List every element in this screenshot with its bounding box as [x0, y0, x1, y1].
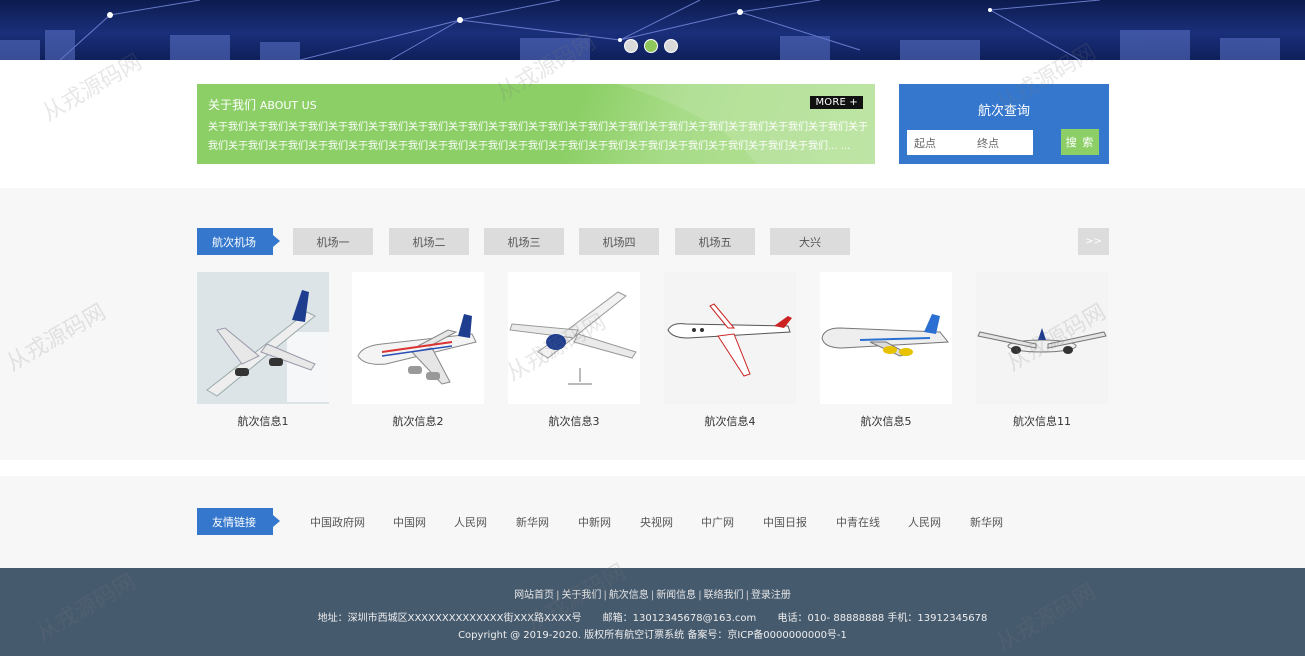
link-item[interactable]: 中国日报: [763, 514, 807, 530]
link-item[interactable]: 人民网: [908, 514, 941, 530]
destination-input[interactable]: 终点: [970, 135, 1033, 151]
about-panel: 关于我们 ABOUT US MORE + 关于我们关于我们关于我们关于我们关于我…: [197, 84, 875, 164]
tab-airport-5[interactable]: 机场五: [675, 228, 755, 255]
airplane-photo-6[interactable]: [976, 272, 1108, 404]
link-item[interactable]: 中国政府网: [310, 514, 365, 530]
link-item[interactable]: 中青在线: [836, 514, 880, 530]
tab-airport-3[interactable]: 机场三: [484, 228, 564, 255]
flight-card-2[interactable]: 航次信息2: [352, 272, 484, 429]
flight-query-panel: 航次查询 起点 终点 搜 索: [899, 84, 1109, 164]
link-item[interactable]: 新华网: [970, 514, 1003, 530]
flight-caption-5[interactable]: 航次信息5: [820, 413, 952, 429]
search-button[interactable]: 搜 索: [1061, 129, 1099, 155]
footer-copyright: Copyright @ 2019-2020. 版权所有航空订票系统 备案号：京I…: [458, 630, 847, 641]
footer-link-about[interactable]: 关于我们: [561, 590, 601, 601]
tab-airport-1[interactable]: 机场一: [293, 228, 373, 255]
flight-caption-1[interactable]: 航次信息1: [197, 413, 329, 429]
link-item[interactable]: 中新网: [578, 514, 611, 530]
link-item[interactable]: 中国网: [393, 514, 426, 530]
footer-link-flights[interactable]: 航次信息: [609, 590, 649, 601]
hero-banner: [0, 0, 1305, 60]
flight-card-3[interactable]: 航次信息3: [508, 272, 640, 429]
footer-email: 邮箱：13012345678@163.com: [602, 613, 757, 624]
about-title-en: ABOUT US: [259, 99, 317, 112]
flight-caption-3[interactable]: 航次信息3: [508, 413, 640, 429]
flight-card-5[interactable]: 航次信息5: [820, 272, 952, 429]
carousel-dot-1[interactable]: [624, 39, 638, 53]
carousel-dot-3[interactable]: [664, 39, 678, 53]
about-text: 关于我们关于我们关于我们关于我们关于我们关于我们关于我们关于我们关于我们关于我们…: [208, 122, 868, 152]
about-title: 关于我们 ABOUT US: [208, 96, 317, 113]
airports-label: 航次机场: [197, 228, 280, 255]
flight-card-6[interactable]: 航次信息11: [976, 272, 1108, 429]
flight-card-1[interactable]: 航次信息1: [197, 272, 329, 429]
next-arrow-button[interactable]: >>: [1078, 228, 1109, 255]
footer-address: 地址：深圳市西城区XXXXXXXXXXXXXX街XXX路XXXX号: [317, 613, 582, 624]
flight-caption-6[interactable]: 航次信息11: [976, 413, 1108, 429]
flight-caption-2[interactable]: 航次信息2: [352, 413, 484, 429]
footer-phone: 电话：010- 88888888 手机：13912345678: [777, 613, 988, 624]
airplane-photo-3[interactable]: [508, 272, 640, 404]
footer-contact: 地址：深圳市西城区XXXXXXXXXXXXXX街XXX路XXXX号 邮箱：130…: [0, 609, 1305, 624]
airplane-photo-5[interactable]: [820, 272, 952, 404]
link-item[interactable]: 中广网: [701, 514, 734, 530]
footer-link-home[interactable]: 网站首页: [514, 590, 554, 601]
link-item[interactable]: 央视网: [640, 514, 673, 530]
carousel-dot-2[interactable]: [644, 39, 658, 53]
link-item[interactable]: 人民网: [454, 514, 487, 530]
airplane-photo-4[interactable]: [664, 272, 796, 404]
airplane-photo-1[interactable]: [197, 272, 329, 404]
tab-airport-4[interactable]: 机场四: [579, 228, 659, 255]
footer-nav: 网站首页 | 关于我们 | 航次信息 | 新闻信息 | 联络我们 | 登录注册: [514, 590, 791, 601]
airplane-photo-2[interactable]: [352, 272, 484, 404]
origin-input[interactable]: 起点: [907, 135, 970, 151]
flight-card-4[interactable]: 航次信息4: [664, 272, 796, 429]
about-title-cn: 关于我们: [208, 98, 257, 112]
footer-link-news[interactable]: 新闻信息: [656, 590, 696, 601]
more-button[interactable]: MORE +: [810, 96, 863, 109]
tab-airport-daxing[interactable]: 大兴: [770, 228, 850, 255]
flight-caption-4[interactable]: 航次信息4: [664, 413, 796, 429]
footer-link-login[interactable]: 登录注册: [751, 590, 791, 601]
query-inputs: 起点 终点: [907, 130, 1033, 155]
link-item[interactable]: 新华网: [516, 514, 549, 530]
footer: 网站首页 | 关于我们 | 航次信息 | 新闻信息 | 联络我们 | 登录注册 地址：深圳市西城区X…: [0, 568, 1305, 656]
carousel-dots: [624, 39, 678, 53]
query-title: 航次查询: [977, 104, 1030, 119]
links-label: 友情链接: [197, 508, 280, 535]
tab-airport-2[interactable]: 机场二: [389, 228, 469, 255]
footer-link-contact[interactable]: 联络我们: [704, 590, 744, 601]
